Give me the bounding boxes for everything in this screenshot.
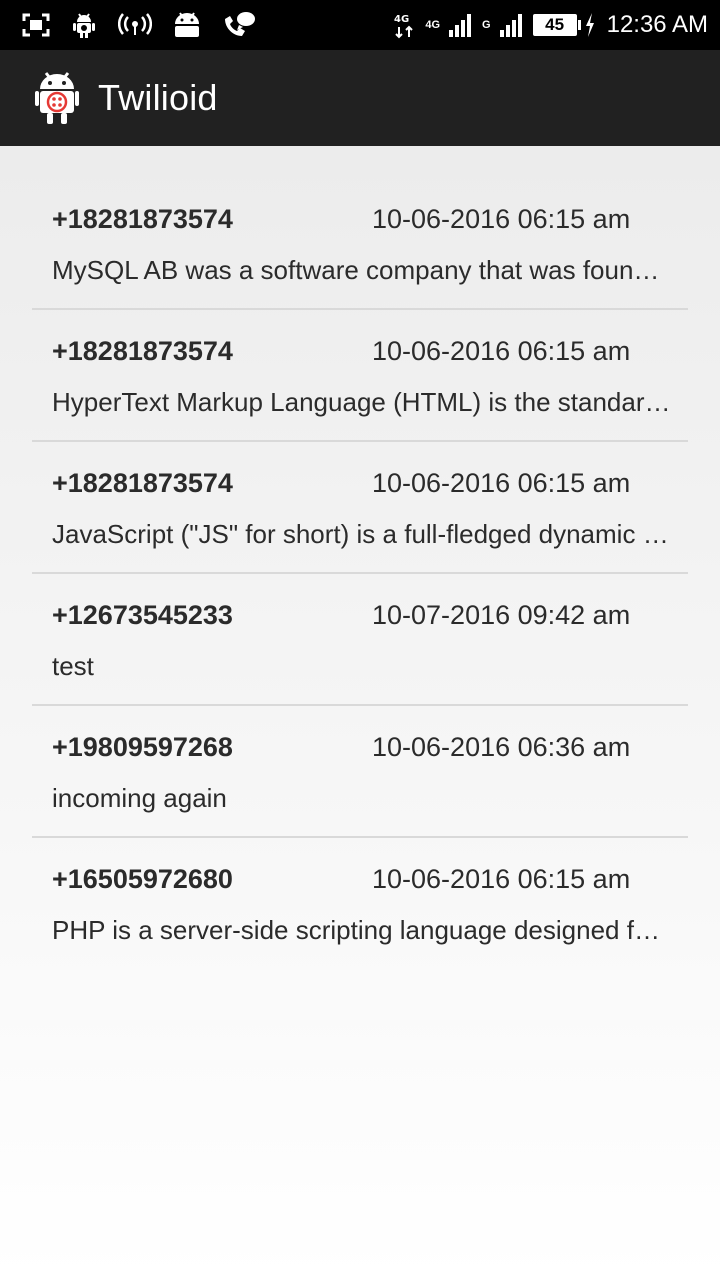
signal-icon xyxy=(448,10,474,40)
message-time: 10-06-2016 06:15 am xyxy=(372,336,631,366)
battery-icon: 45 xyxy=(532,14,581,36)
message-phone: +18281873574 xyxy=(52,468,233,498)
message-time: 10-06-2016 06:36 am xyxy=(372,732,631,762)
android-debug-icon xyxy=(72,10,96,40)
network-type-label-2: G xyxy=(482,18,491,31)
content-area: +18281873574 10-06-2016 06:15 am MySQL A… xyxy=(0,146,720,1280)
message-item[interactable]: +18281873574 10-06-2016 06:15 am HyperTe… xyxy=(32,310,688,442)
message-phone: +18281873574 xyxy=(52,204,233,234)
status-system: 4G 4G G 45 12:36 AM xyxy=(393,0,720,50)
android-icon xyxy=(174,10,200,40)
status-bar: 4G 4G G 45 12:36 AM xyxy=(0,0,720,50)
message-preview: test xyxy=(52,651,94,681)
message-preview: HyperText Markup Language (HTML) is the … xyxy=(52,387,672,417)
message-phone: +18281873574 xyxy=(52,336,233,366)
message-item[interactable]: +19809597268 10-06-2016 06:36 am incomin… xyxy=(32,706,688,838)
svg-text:4G: 4G xyxy=(394,14,409,25)
message-preview: incoming again xyxy=(52,783,227,813)
charging-icon xyxy=(585,10,595,40)
twilioid-logo-icon xyxy=(34,70,80,126)
screenshot-icon xyxy=(22,10,50,40)
message-time: 10-07-2016 09:42 am xyxy=(372,600,631,630)
message-phone: +19809597268 xyxy=(52,732,233,762)
wifi-hotspot-icon xyxy=(118,10,152,40)
signal-icon-2 xyxy=(499,10,525,40)
voice-chat-icon xyxy=(222,10,256,40)
message-time: 10-06-2016 06:15 am xyxy=(372,468,631,498)
message-preview: JavaScript ("JS" for short) is a full-fl… xyxy=(52,519,672,549)
message-phone: +16505972680 xyxy=(52,864,233,894)
message-item[interactable]: +18281873574 10-06-2016 06:15 am JavaScr… xyxy=(32,442,688,574)
network-type-label-1: 4G xyxy=(425,18,441,31)
message-time: 10-06-2016 06:15 am xyxy=(372,204,631,234)
message-time: 10-06-2016 06:15 am xyxy=(372,864,631,894)
message-item[interactable]: +16505972680 10-06-2016 06:15 am PHP is … xyxy=(32,838,688,970)
status-clock: 12:36 AM xyxy=(606,11,708,38)
message-phone: +12673545233 xyxy=(52,600,233,630)
app-bar: Twilioid xyxy=(0,50,720,146)
message-list: +18281873574 10-06-2016 06:15 am MySQL A… xyxy=(32,178,688,970)
message-item[interactable]: +18281873574 10-06-2016 06:15 am MySQL A… xyxy=(32,178,688,310)
app-title: Twilioid xyxy=(98,77,218,118)
status-notifications xyxy=(0,0,256,50)
message-preview: PHP is a server-side scripting language … xyxy=(52,915,672,945)
message-preview: MySQL AB was a software company that was… xyxy=(52,255,672,285)
message-item[interactable]: +12673545233 10-07-2016 09:42 am test xyxy=(32,574,688,706)
data-transfer-icon: 4G xyxy=(393,10,417,40)
